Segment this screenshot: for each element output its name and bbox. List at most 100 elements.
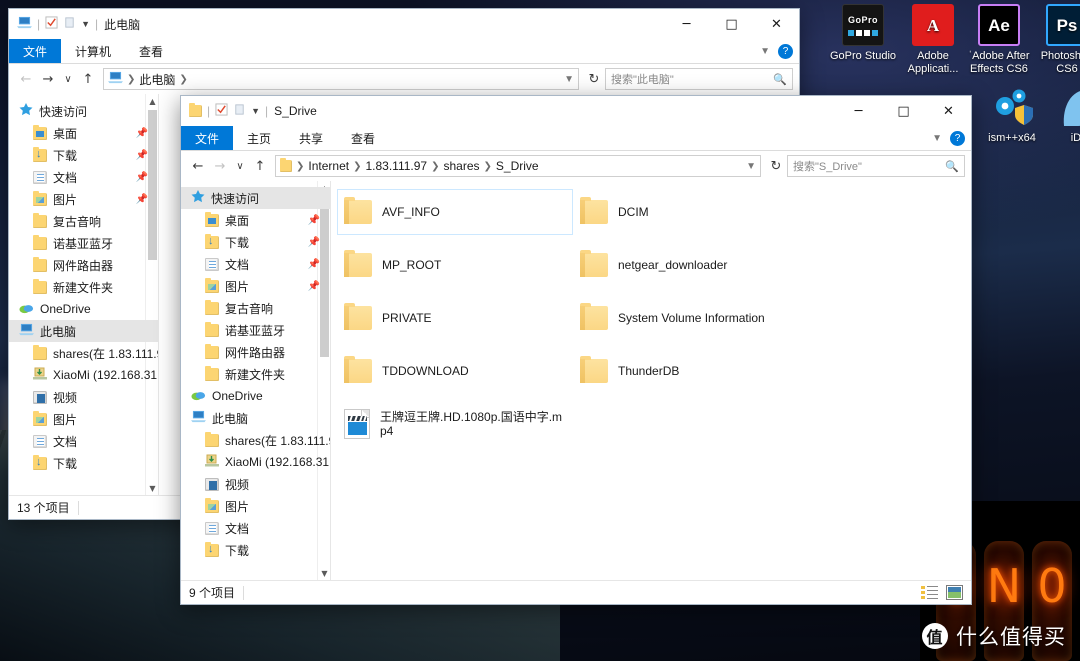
sidebar-item[interactable]: XiaoMi (192.168.31. <box>181 451 330 473</box>
window1-ribbon[interactable]: 文件 计算机 查看 ▼ ? <box>9 39 799 64</box>
tab-file[interactable]: 文件 <box>9 39 62 63</box>
folder-item[interactable]: netgear_downloader <box>573 242 809 288</box>
new-folder-icon[interactable] <box>233 103 246 119</box>
folder-item[interactable]: MP_ROOT <box>337 242 573 288</box>
address-bar-right[interactable]: ▼ <box>564 74 574 85</box>
folder-item[interactable]: DCIM <box>573 189 809 235</box>
pin-icon[interactable]: 📌 <box>308 215 320 226</box>
new-folder-icon[interactable] <box>63 16 76 32</box>
desktop-icon-ido[interactable]: iDo <box>1042 86 1080 145</box>
address-bar-right[interactable]: ▼ <box>746 161 756 172</box>
pin-icon[interactable]: 📌 <box>308 237 320 248</box>
sidebar-item[interactable]: 下载 📌 <box>9 144 158 166</box>
sidebar-item[interactable]: shares(在 1.83.111.9 <box>181 429 330 451</box>
sidebar-item[interactable]: 诺基亚蓝牙 <box>181 319 330 341</box>
refresh-button[interactable]: ↻ <box>583 68 605 90</box>
sidebar-item[interactable]: 图片 <box>181 495 330 517</box>
file-grid[interactable]: AVF_INFO DCIM MP_ROOT netgear_downloader PRI… <box>331 181 971 454</box>
close-button[interactable]: ✕ <box>926 96 971 126</box>
up-button[interactable]: ↑ <box>249 155 271 177</box>
sidebar-item[interactable]: OneDrive <box>181 385 330 407</box>
pin-icon[interactable]: 📌 <box>136 150 148 161</box>
maximize-button[interactable]: □ <box>881 96 926 126</box>
breadcrumb-separator[interactable]: ❯ <box>484 161 492 172</box>
window2-titlebar[interactable]: | ▼ | S_Drive ─ □ ✕ <box>181 96 971 126</box>
folder-item[interactable]: PRIVATE <box>337 295 573 341</box>
back-button[interactable]: ← <box>15 68 37 90</box>
folder-item[interactable]: System Volume Information <box>573 295 809 341</box>
sidebar-item[interactable]: 图片 📌 <box>181 275 330 297</box>
pin-icon[interactable]: 📌 <box>136 128 148 139</box>
chevron-down-icon[interactable]: ▼ <box>81 19 90 29</box>
window2-navigation-bar[interactable]: ← → ∨ ↑ ❯ Internet ❯ 1.83.111.97 ❯ share… <box>181 151 971 181</box>
forward-button[interactable]: → <box>209 155 231 177</box>
search-icon[interactable]: 🔍 <box>945 160 959 173</box>
sidebar-item[interactable]: XiaoMi (192.168.31. <box>9 364 158 386</box>
window1-navigation-bar[interactable]: ← → ∨ ↑ ❯ 此电脑 ❯ ▼ ↻ 搜索"此电脑" 🔍 <box>9 64 799 94</box>
expand-ribbon-icon[interactable]: ▼ <box>760 46 770 57</box>
list-view-icon[interactable] <box>921 585 938 600</box>
sidebar-item[interactable]: 下载 📌 <box>181 231 330 253</box>
folder-item[interactable]: TDDOWNLOAD <box>337 348 573 394</box>
tab-computer[interactable]: 计算机 <box>61 39 125 63</box>
window2-address-bar[interactable]: ❯ Internet ❯ 1.83.111.97 ❯ shares ❯ S_Dr… <box>275 155 761 177</box>
sidebar-item[interactable]: 此电脑 <box>9 320 158 342</box>
sidebar-item[interactable]: 快速访问 <box>181 187 330 209</box>
desktop-icon-ism-x64[interactable]: ism++x64 <box>975 86 1049 145</box>
sidebar-item[interactable]: shares(在 1.83.111.9 <box>9 342 158 364</box>
sidebar-item[interactable]: OneDrive <box>9 298 158 320</box>
explorer-window-s-drive[interactable]: | ▼ | S_Drive ─ □ ✕ 文件 主页 共享 查看 ▼ ? ← → … <box>180 95 972 605</box>
scroll-down-icon[interactable]: ▼ <box>318 566 330 580</box>
sidebar-item[interactable]: 桌面 📌 <box>9 122 158 144</box>
window1-titlebar[interactable]: | ▼ | 此电脑 ─ □ ✕ <box>9 9 799 39</box>
tab-home[interactable]: 主页 <box>233 126 285 150</box>
sidebar-item[interactable]: 文档 <box>9 430 158 452</box>
window1-search-box[interactable]: 搜索"此电脑" 🔍 <box>605 68 793 90</box>
sidebar-item[interactable]: 复古音响 <box>181 297 330 319</box>
desktop-icon-gopro-studio[interactable]: GoPro GoPro Studio <box>826 4 900 63</box>
tab-file[interactable]: 文件 <box>181 126 234 150</box>
sidebar-item[interactable]: 视频 <box>9 386 158 408</box>
back-button[interactable]: ← <box>187 155 209 177</box>
close-button[interactable]: ✕ <box>754 9 799 39</box>
desktop-icon-adobe-application-manager[interactable]: A Adobe Applicati... <box>896 4 970 76</box>
sidebar-item[interactable]: 文档 📌 <box>9 166 158 188</box>
breadcrumb-item-host[interactable]: 1.83.111.97 <box>365 159 427 173</box>
chevron-down-icon[interactable]: ▼ <box>251 106 260 116</box>
window1-navigation-pane[interactable]: ▲ ▼ 快速访问桌面📌下载📌文档📌图片📌复古音响诺基亚蓝牙网件路由器新建文件夹O… <box>9 94 159 495</box>
forward-button[interactable]: → <box>37 68 59 90</box>
sidebar-item[interactable]: 文档 📌 <box>181 253 330 275</box>
desktop-icon-after-effects-cs6[interactable]: Ae ˈAdobe After Effects CS6 <box>962 4 1036 76</box>
sidebar-item[interactable]: 下载 <box>181 539 330 561</box>
window2-controls[interactable]: ─ □ ✕ <box>836 96 971 126</box>
minimize-button[interactable]: ─ <box>664 9 709 39</box>
tab-view[interactable]: 查看 <box>125 39 177 63</box>
search-icon[interactable]: 🔍 <box>773 73 787 86</box>
folder-item[interactable]: AVF_INFO <box>337 189 573 235</box>
breadcrumb-item-s-drive[interactable]: S_Drive <box>496 159 539 173</box>
sidebar-item[interactable]: 图片 <box>9 408 158 430</box>
window1-address-bar[interactable]: ❯ 此电脑 ❯ ▼ <box>103 68 579 90</box>
sidebar-item[interactable]: 快速访问 <box>9 100 158 122</box>
expand-ribbon-icon[interactable]: ▼ <box>932 133 942 144</box>
desktop-icon-photoshop-cs6[interactable]: Ps Photoshop CS6 <box>1030 4 1080 76</box>
detail-view-icon[interactable] <box>946 585 963 600</box>
breadcrumb-item[interactable]: 此电脑 <box>139 71 175 88</box>
minimize-button[interactable]: ─ <box>836 96 881 126</box>
refresh-button[interactable]: ↻ <box>765 155 787 177</box>
sidebar-item[interactable]: 图片 📌 <box>9 188 158 210</box>
sidebar-item[interactable]: 网件路由器 <box>9 254 158 276</box>
window1-quick-access-toolbar[interactable]: | ▼ | <box>17 16 98 32</box>
window2-file-pane[interactable]: AVF_INFO DCIM MP_ROOT netgear_downloader PRI… <box>331 181 971 580</box>
breadcrumb-item-internet[interactable]: Internet <box>308 159 349 173</box>
sidebar-item[interactable]: 视频 <box>181 473 330 495</box>
folder-item[interactable]: ThunderDB <box>573 348 809 394</box>
properties-icon[interactable] <box>45 16 58 32</box>
chevron-down-icon[interactable]: ▼ <box>746 161 756 172</box>
window1-controls[interactable]: ─ □ ✕ <box>664 9 799 39</box>
window2-ribbon[interactable]: 文件 主页 共享 查看 ▼ ? <box>181 126 971 151</box>
recent-locations-button[interactable]: ∨ <box>231 155 249 177</box>
up-button[interactable]: ↑ <box>77 68 99 90</box>
window2-navigation-pane[interactable]: ▲ ▼ 快速访问桌面📌下载📌文档📌图片📌复古音响诺基亚蓝牙网件路由器新建文件夹O… <box>181 181 331 580</box>
sidebar-item[interactable]: 网件路由器 <box>181 341 330 363</box>
